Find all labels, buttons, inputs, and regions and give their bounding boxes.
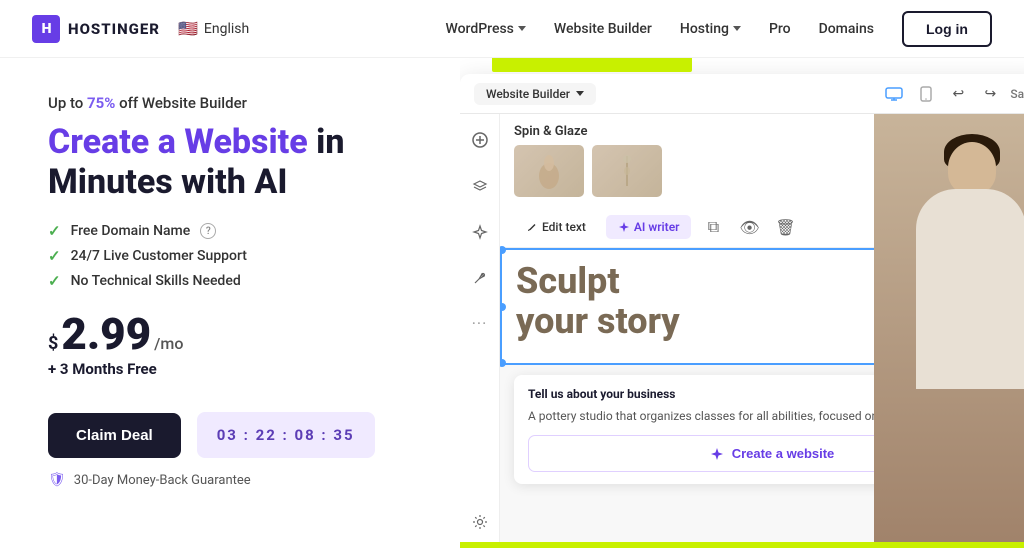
shield-icon: 🛡 <box>48 472 66 488</box>
price-line: $ 2.99 /mo <box>48 312 428 356</box>
add-element-tool[interactable] <box>466 126 494 154</box>
main-content: Up to 75% off Website Builder Create a W… <box>0 58 1024 548</box>
feature-text-support: 24/7 Live Customer Support <box>71 248 247 264</box>
free-months-label: + 3 Months Free <box>48 360 428 378</box>
nav-label-domains: Domains <box>819 21 874 37</box>
nav-item-domains[interactable]: Domains <box>819 21 874 37</box>
more-tools-indicator: ··· <box>472 314 488 333</box>
logo-area[interactable]: H HOSTINGER <box>32 15 160 43</box>
nav-label-website-builder: Website Builder <box>554 21 652 37</box>
builder-topbar: Website Builder <box>460 74 1024 114</box>
person-body <box>916 189 1024 389</box>
resize-handle-tl[interactable] <box>500 246 506 254</box>
features-list: ✓ Free Domain Name ? ✓ 24/7 Live Custome… <box>48 222 428 290</box>
green-accent-bar <box>492 58 692 72</box>
person-head <box>948 142 996 194</box>
right-panel: Website Builder <box>460 58 1024 548</box>
language-label: English <box>204 21 249 37</box>
navbar-left: H HOSTINGER 🇺🇸 English <box>32 15 249 43</box>
canvas-inner: Spin & Glaze <box>500 114 1024 548</box>
save-label[interactable]: Sav <box>1010 87 1024 101</box>
builder-window: Website Builder <box>460 74 1024 548</box>
person-image <box>874 114 1024 548</box>
navbar-nav: WordPress Website Builder Hosting Pro Do… <box>445 11 992 47</box>
headline: Create a Website in Minutes with AI <box>48 122 428 202</box>
promo-text: Up to 75% off Website Builder <box>48 94 428 112</box>
thumb-inner-2 <box>592 145 662 197</box>
builder-tab[interactable]: Website Builder <box>474 83 596 105</box>
site-name: Spin & Glaze <box>514 124 587 139</box>
guarantee-line: 🛡 30-Day Money-Back Guarantee <box>48 472 428 488</box>
builder-tab-label: Website Builder <box>486 87 570 101</box>
person-placeholder <box>874 114 1024 548</box>
cta-row: Claim Deal 03 : 22 : 08 : 35 <box>48 412 428 458</box>
currency-symbol: $ <box>48 333 58 354</box>
pricing-area: $ 2.99 /mo + 3 Months Free <box>48 312 428 396</box>
redo-icon[interactable]: ↪ <box>978 82 1002 106</box>
builder-toolbar-right: ↩ ↪ Sav <box>882 82 1024 106</box>
builder-body: ··· Spin & Glaze <box>460 114 1024 548</box>
delete-icon[interactable]: 🗑 <box>771 213 799 241</box>
ai-writer-button[interactable]: AI writer <box>606 215 692 239</box>
flag-icon: 🇺🇸 <box>178 19 198 38</box>
nav-label-pro: Pro <box>769 21 791 37</box>
countdown-timer: 03 : 22 : 08 : 35 <box>197 412 375 458</box>
feature-text-domain: Free Domain Name <box>71 223 191 239</box>
nav-label-hosting: Hosting <box>680 21 729 37</box>
nav-item-wordpress[interactable]: WordPress <box>445 21 525 37</box>
design-tool[interactable] <box>466 264 494 292</box>
left-panel: Up to 75% off Website Builder Create a W… <box>0 58 460 548</box>
resize-handle-bl[interactable] <box>500 359 506 367</box>
feature-item-skills: ✓ No Technical Skills Needed <box>48 272 428 290</box>
chevron-down-icon <box>518 26 526 31</box>
undo-icon[interactable]: ↩ <box>946 82 970 106</box>
language-selector[interactable]: 🇺🇸 English <box>178 19 249 38</box>
builder-sidebar: ··· <box>460 114 500 548</box>
create-website-label: Create a website <box>732 446 835 461</box>
feature-item-support: ✓ 24/7 Live Customer Support <box>48 247 428 265</box>
nav-item-website-builder[interactable]: Website Builder <box>554 21 652 37</box>
thumbnail-2[interactable] <box>592 145 662 197</box>
nav-label-wordpress: WordPress <box>445 21 513 37</box>
price-period: /mo <box>154 334 183 353</box>
check-icon: ✓ <box>48 272 61 290</box>
resize-handle-ml[interactable] <box>500 303 506 311</box>
thumb-inner-1 <box>514 145 584 197</box>
feature-item-domain: ✓ Free Domain Name ? <box>48 222 428 240</box>
claim-deal-button[interactable]: Claim Deal <box>48 413 181 458</box>
thumbnail-1[interactable] <box>514 145 584 197</box>
nav-item-pro[interactable]: Pro <box>769 21 791 37</box>
preview-icon[interactable]: 👁 <box>735 213 763 241</box>
price-value: 2.99 <box>61 312 151 356</box>
check-icon: ✓ <box>48 222 61 240</box>
info-icon[interactable]: ? <box>200 223 216 239</box>
builder-canvas: Spin & Glaze <box>500 114 1024 548</box>
check-icon: ✓ <box>48 247 61 265</box>
brand-name: HOSTINGER <box>68 20 160 38</box>
duplicate-icon[interactable]: ⧉ <box>699 213 727 241</box>
settings-tool[interactable] <box>466 508 494 536</box>
promo-percent: 75% <box>87 94 115 112</box>
bottom-lime-bar <box>460 542 1024 548</box>
mobile-view-icon[interactable] <box>914 82 938 106</box>
chevron-down-icon <box>733 26 741 31</box>
nav-item-hosting[interactable]: Hosting <box>680 21 741 37</box>
guarantee-text: 30-Day Money-Back Guarantee <box>74 473 251 488</box>
login-button[interactable]: Log in <box>902 11 992 47</box>
edit-text-button[interactable]: Edit text <box>514 215 598 239</box>
headline-colored: Create a Website <box>48 122 308 162</box>
ai-writer-label: AI writer <box>634 220 680 234</box>
feature-text-skills: No Technical Skills Needed <box>71 273 241 289</box>
edit-text-label: Edit text <box>542 220 586 234</box>
ai-tool[interactable] <box>466 218 494 246</box>
navbar: H HOSTINGER 🇺🇸 English WordPress Website… <box>0 0 1024 58</box>
chevron-down-icon <box>576 91 584 96</box>
layers-tool[interactable] <box>466 172 494 200</box>
desktop-view-icon[interactable] <box>882 82 906 106</box>
logo-icon: H <box>32 15 60 43</box>
